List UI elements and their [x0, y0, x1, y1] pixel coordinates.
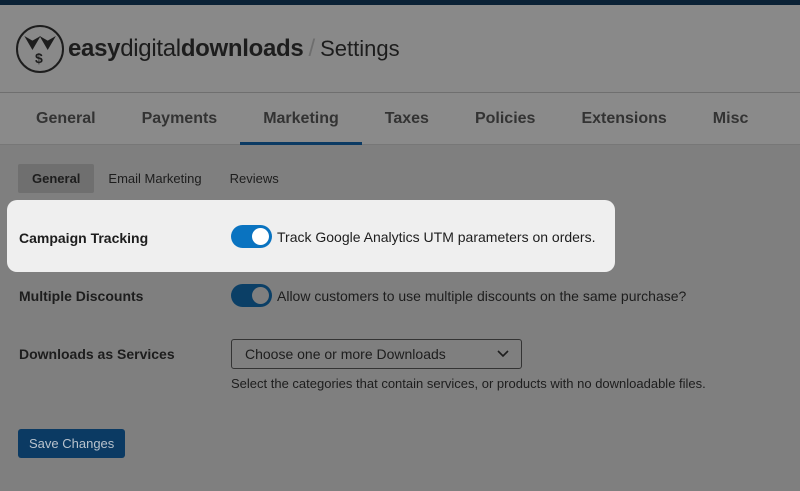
sub-tabs: General Email Marketing Reviews	[0, 145, 800, 193]
multiple-discounts-toggle[interactable]	[231, 284, 272, 307]
page-title: Settings	[320, 35, 400, 61]
edd-logo-icon: ⮟⮟ $	[16, 24, 64, 73]
tab-marketing[interactable]: Marketing	[240, 93, 362, 145]
tab-extensions[interactable]: Extensions	[558, 93, 689, 144]
campaign-tracking-label: Campaign Tracking	[19, 230, 149, 246]
brand-name: easydigitaldownloads	[68, 34, 304, 62]
tab-taxes[interactable]: Taxes	[362, 93, 452, 144]
main-tabs: General Payments Marketing Taxes Policie…	[0, 93, 800, 145]
tab-general[interactable]: General	[0, 93, 119, 144]
chevron-down-icon	[497, 350, 509, 358]
tab-misc[interactable]: Misc	[690, 93, 772, 144]
subtab-email-marketing[interactable]: Email Marketing	[94, 164, 215, 193]
multiple-discounts-label: Multiple Discounts	[19, 288, 144, 304]
tab-policies[interactable]: Policies	[452, 93, 558, 144]
subtab-reviews[interactable]: Reviews	[216, 164, 293, 193]
page-header: ⮟⮟ $ easydigitaldownloads / Settings	[0, 5, 800, 93]
downloads-services-label: Downloads as Services	[19, 346, 175, 362]
campaign-tracking-description: Track Google Analytics UTM parameters on…	[277, 228, 596, 245]
save-changes-button[interactable]: Save Changes	[18, 429, 126, 458]
tab-payments[interactable]: Payments	[119, 93, 241, 144]
campaign-tracking-toggle[interactable]	[231, 225, 272, 248]
select-placeholder: Choose one or more Downloads	[245, 346, 446, 362]
downloads-services-select[interactable]: Choose one or more Downloads	[231, 339, 522, 369]
title-separator: /	[308, 34, 316, 62]
multiple-discounts-description: Allow customers to use multiple discount…	[277, 287, 687, 304]
downloads-services-help: Select the categories that contain servi…	[231, 376, 706, 391]
subtab-general[interactable]: General	[18, 164, 95, 193]
campaign-tracking-highlight: Campaign Tracking Track Google Analytics…	[7, 200, 615, 272]
